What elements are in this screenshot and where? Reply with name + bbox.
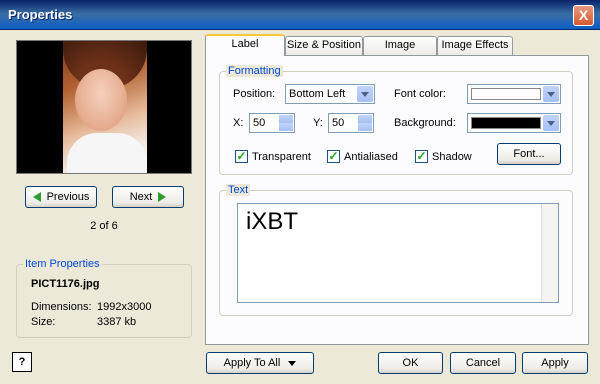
image-preview [16,40,192,174]
label-text-input[interactable]: iXBT [237,203,559,303]
checkmark-icon[interactable]: ✓ [235,150,248,163]
spin-down-icon[interactable] [279,123,293,131]
x-value: 50 [253,117,266,129]
apply-to-all-label: Apply To All [223,357,281,369]
shadow-checkbox[interactable]: ✓ Shadow [415,150,472,163]
dimensions-value: 1992x3000 [97,301,152,313]
ok-button[interactable]: OK [378,352,443,374]
antialiased-checkbox[interactable]: ✓ Antialiased [327,150,398,163]
font-color-select[interactable] [467,84,561,104]
chevron-down-icon[interactable] [543,115,559,131]
y-value: 50 [332,117,345,129]
checkmark-icon[interactable]: ✓ [415,150,428,163]
position-label: Position: [233,88,276,100]
photo-face [75,69,127,131]
font-color-label: Font color: [394,88,446,100]
cancel-label: Cancel [465,357,501,369]
previous-button[interactable]: Previous [25,186,97,208]
x-spinner[interactable]: 50 [249,113,295,133]
apply-label: Apply [541,357,569,369]
text-legend: Text [226,184,251,196]
photo-shirt [67,133,147,173]
label-text-value: iXBT [246,208,299,235]
spin-down-icon[interactable] [358,123,372,131]
title-bar[interactable]: Properties X [0,0,600,30]
dimensions-label: Dimensions: [31,301,92,313]
font-color-swatch [471,88,541,100]
item-properties-legend: Item Properties [23,258,102,270]
chevron-down-icon[interactable] [357,86,373,102]
antialiased-label: Antialiased [344,150,398,163]
caret-down-icon [288,360,297,366]
font-button-label: Font... [513,148,545,160]
textarea-scrollbar[interactable] [541,204,558,302]
checkmark-icon[interactable]: ✓ [327,150,340,163]
arrow-left-icon [32,192,41,202]
chevron-down-icon[interactable] [543,86,559,102]
background-swatch [471,117,541,129]
photo-thumbnail [63,41,147,173]
next-button[interactable]: Next [112,186,184,208]
y-label: Y: [313,117,323,129]
apply-button[interactable]: Apply [522,352,588,374]
background-label: Background: [394,117,456,129]
transparent-label: Transparent [252,150,311,163]
close-icon: X [578,7,589,23]
formatting-legend: Formatting [226,65,283,77]
font-button[interactable]: Font... [497,143,561,165]
tab-image[interactable]: Image [363,36,437,55]
spin-up-icon[interactable] [358,115,372,123]
position-value: Bottom Left [289,88,346,100]
position-select[interactable]: Bottom Left [285,84,375,104]
x-label: X: [233,117,244,129]
size-label: Size: [31,316,56,328]
y-spinner[interactable]: 50 [328,113,374,133]
size-value: 3387 kb [97,316,137,328]
transparent-checkbox[interactable]: ✓ Transparent [235,150,311,163]
window-title: Properties [8,7,73,22]
ok-label: OK [402,357,419,369]
properties-window: Properties X Previous Next 2 of 6 Item P… [0,0,600,384]
image-counter: 2 of 6 [90,220,118,232]
help-icon[interactable]: ? [12,352,32,372]
previous-label: Previous [46,191,90,203]
tab-image-effects[interactable]: Image Effects [437,36,513,55]
item-properties-group: Item Properties PICT1176.jpg Dimensions:… [16,258,192,338]
tab-label[interactable]: Label [205,34,285,56]
cancel-button[interactable]: Cancel [450,352,516,374]
arrow-right-icon [158,192,167,202]
item-filename: PICT1176.jpg [31,278,100,290]
next-label: Next [129,191,153,203]
apply-to-all-button[interactable]: Apply To All [206,352,314,374]
shadow-label: Shadow [432,150,472,163]
spin-up-icon[interactable] [279,115,293,123]
background-select[interactable] [467,113,561,133]
close-button[interactable]: X [573,5,594,26]
tab-size-position[interactable]: Size & Position [285,36,363,55]
